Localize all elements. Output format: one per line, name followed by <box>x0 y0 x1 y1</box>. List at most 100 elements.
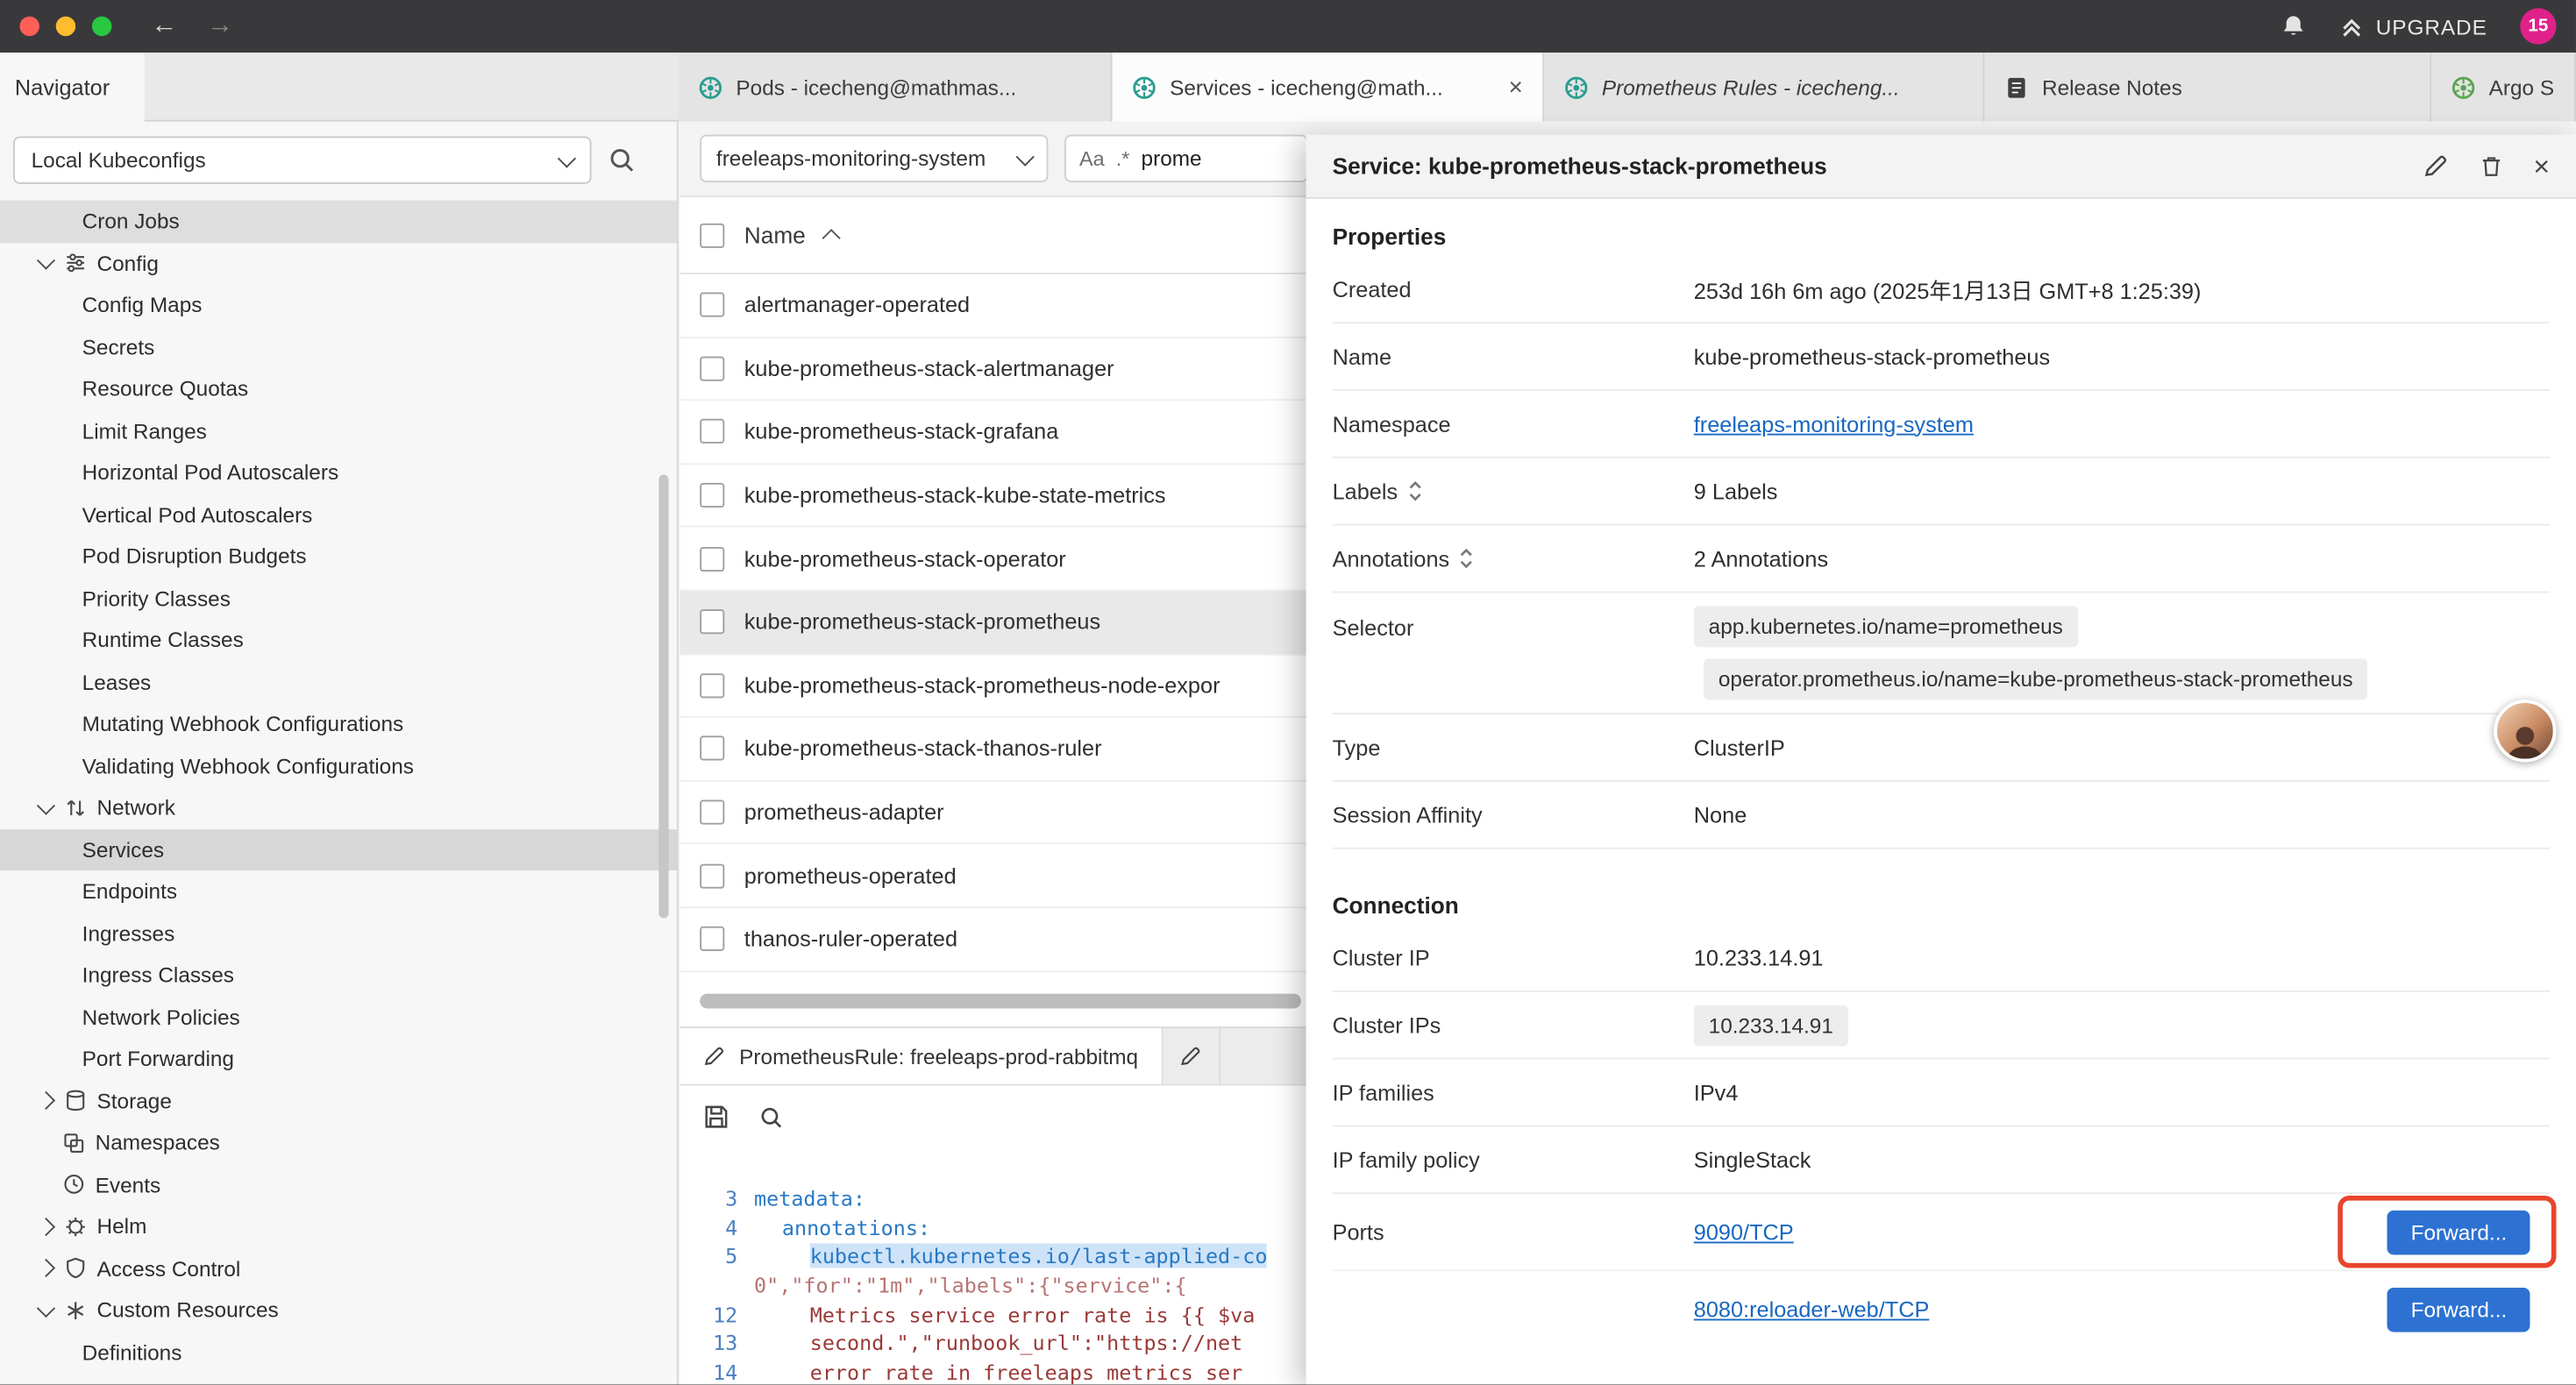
row-checkbox[interactable] <box>700 736 724 761</box>
port-link[interactable]: 8080:reloader-web/TCP <box>1694 1296 1930 1321</box>
row-checkbox[interactable] <box>700 863 724 888</box>
connection-row-ip-family-policy: IP family policy SingleStack <box>1333 1126 2550 1194</box>
chevron-down-icon <box>1016 147 1035 166</box>
sidebar-item-validating-webhook-configurations[interactable]: Validating Webhook Configurations <box>0 745 677 787</box>
bell-icon[interactable] <box>2281 13 2307 39</box>
sidebar-group-custom-resources[interactable]: Custom Resources <box>0 1289 677 1332</box>
row-checkbox[interactable] <box>700 927 724 951</box>
row-checkbox[interactable] <box>700 420 724 444</box>
cluster-ip-chip[interactable]: 10.233.14.91 <box>1694 1005 1848 1046</box>
sidebar-item-endpoints[interactable]: Endpoints <box>0 870 677 913</box>
config-icon <box>62 251 87 275</box>
notification-count-badge[interactable]: 15 <box>2520 8 2556 44</box>
navigator-sidebar: Local Kubeconfigs Cron Jobs Config Confi… <box>0 122 679 1385</box>
row-checkbox[interactable] <box>700 800 724 825</box>
row-checkbox[interactable] <box>700 610 724 635</box>
service-details-drawer: Service: kube-prometheus-stack-prometheu… <box>1306 135 2576 1385</box>
sidebar-item-services[interactable]: Services <box>0 828 677 870</box>
sidebar-group-access-control[interactable]: Access Control <box>0 1247 677 1289</box>
property-row-annotations: Annotations 2 Annotations <box>1333 526 2550 593</box>
edit-icon[interactable] <box>2423 153 2450 179</box>
tab-prometheus-rules[interactable]: Prometheus Rules - icecheng... <box>1544 53 1984 122</box>
port-link[interactable]: 9090/TCP <box>1694 1219 1794 1244</box>
pencil-icon <box>703 1045 726 1068</box>
selector-chip[interactable]: operator.prometheus.io/name=kube-prometh… <box>1704 658 2367 700</box>
port-row: 8080:reloader-web/TCP Forward... <box>1333 1271 2550 1346</box>
close-window-button[interactable] <box>19 17 39 36</box>
dock-tab-prometheusrule[interactable]: PrometheusRule: freeleaps-prod-rabbitmq <box>680 1028 1163 1084</box>
namespace-filter-dropdown[interactable]: freeleaps-monitoring-system <box>700 135 1048 182</box>
expand-collapse-icon[interactable] <box>1407 479 1422 502</box>
sidebar-group-network[interactable]: Network <box>0 787 677 829</box>
row-checkbox[interactable] <box>700 673 724 698</box>
sidebar-item-limit-ranges[interactable]: Limit Ranges <box>0 409 677 451</box>
regex-toggle[interactable]: .* <box>1116 147 1130 170</box>
sidebar-item-network-policies[interactable]: Network Policies <box>0 996 677 1038</box>
navigator-tree: Cron Jobs Config Config Maps Secrets Res… <box>0 201 677 1385</box>
selector-chip[interactable]: app.kubernetes.io/name=prometheus <box>1694 606 2078 647</box>
sidebar-item-runtime-classes[interactable]: Runtime Classes <box>0 619 677 661</box>
sidebar-group-config[interactable]: Config <box>0 242 677 284</box>
forward-button[interactable]: Forward... <box>2387 1210 2530 1254</box>
section-heading-properties: Properties <box>1333 224 2550 250</box>
close-icon[interactable]: × <box>2533 152 2550 180</box>
back-icon[interactable]: ← <box>151 11 177 41</box>
forward-button[interactable]: Forward... <box>2387 1287 2530 1332</box>
sidebar-group-helm[interactable]: Helm <box>0 1205 677 1247</box>
connection-row-ip-families: IP families IPv4 <box>1333 1060 2550 1127</box>
save-icon[interactable] <box>703 1104 729 1130</box>
minimize-window-button[interactable] <box>56 17 75 36</box>
search-icon[interactable] <box>759 1104 784 1129</box>
close-tab-icon[interactable]: × <box>1498 73 1523 101</box>
sidebar-item-port-forwarding[interactable]: Port Forwarding <box>0 1038 677 1080</box>
sidebar-item-horizontal-pod-autoscalers[interactable]: Horizontal Pod Autoscalers <box>0 451 677 494</box>
sidebar-scrollbar[interactable] <box>658 474 668 918</box>
sidebar-item-definitions[interactable]: Definitions <box>0 1332 677 1374</box>
upgrade-button[interactable]: UPGRADE <box>2340 14 2487 39</box>
tab-release-notes[interactable]: Release Notes <box>1984 53 2431 122</box>
helm-icon <box>62 1214 87 1239</box>
chevron-down-icon <box>37 1298 55 1317</box>
property-row-name: Name kube-prometheus-stack-prometheus <box>1333 323 2550 391</box>
sidebar-item-priority-classes[interactable]: Priority Classes <box>0 578 677 620</box>
sidebar-group-events[interactable]: Events <box>0 1164 677 1206</box>
sidebar-item-resource-quotas[interactable]: Resource Quotas <box>0 368 677 410</box>
forward-icon[interactable]: → <box>207 11 233 41</box>
trash-icon[interactable] <box>2480 153 2504 179</box>
tab-strip: Navigator Pods - icecheng@mathmas... Ser… <box>0 53 2576 122</box>
sidebar-item-pod-disruption-budgets[interactable]: Pod Disruption Budgets <box>0 536 677 578</box>
row-checkbox[interactable] <box>700 356 724 380</box>
horizontal-scrollbar[interactable] <box>700 994 1301 1009</box>
chevron-down-icon <box>37 796 55 814</box>
tab-pods[interactable]: Pods - icecheng@mathmas... <box>679 53 1113 122</box>
namespace-link[interactable]: freeleaps-monitoring-system <box>1694 411 1974 436</box>
sidebar-group-namespaces[interactable]: Namespaces <box>0 1122 677 1164</box>
search-input[interactable]: Aa .* prome <box>1064 135 1307 182</box>
select-all-checkbox[interactable] <box>700 223 724 247</box>
dock-tab-partial[interactable] <box>1163 1028 1220 1084</box>
maximize-window-button[interactable] <box>92 17 111 36</box>
kubeconfig-selector[interactable]: Local Kubeconfigs <box>13 137 592 184</box>
sidebar-item-ingress-classes[interactable]: Ingress Classes <box>0 955 677 997</box>
row-checkbox[interactable] <box>700 546 724 571</box>
sidebar-item-cron-jobs[interactable]: Cron Jobs <box>0 201 677 243</box>
tab-argo[interactable]: Argo S <box>2431 53 2576 122</box>
sidebar-item-config-maps[interactable]: Config Maps <box>0 284 677 326</box>
sidebar-item-ingresses[interactable]: Ingresses <box>0 913 677 955</box>
row-checkbox[interactable] <box>700 293 724 317</box>
sidebar-group-storage[interactable]: Storage <box>0 1080 677 1122</box>
navigator-pane-header: Navigator <box>0 53 145 122</box>
events-clock-icon <box>60 1172 85 1197</box>
sidebar-item-secrets[interactable]: Secrets <box>0 326 677 368</box>
match-case-toggle[interactable]: Aa <box>1079 147 1105 170</box>
sort-ascending-icon[interactable] <box>822 228 841 246</box>
tab-services[interactable]: Services - icecheng@math... × <box>1112 53 1544 122</box>
window-titlebar: ← → UPGRADE 15 <box>0 0 2576 53</box>
search-icon[interactable] <box>608 146 636 174</box>
row-checkbox[interactable] <box>700 483 724 508</box>
sidebar-item-mutating-webhook-configurations[interactable]: Mutating Webhook Configurations <box>0 703 677 745</box>
expand-collapse-icon[interactable] <box>1459 547 1474 570</box>
sidebar-item-vertical-pod-autoscalers[interactable]: Vertical Pod Autoscalers <box>0 494 677 536</box>
sidebar-item-leases[interactable]: Leases <box>0 661 677 703</box>
avatar[interactable] <box>2494 700 2556 762</box>
